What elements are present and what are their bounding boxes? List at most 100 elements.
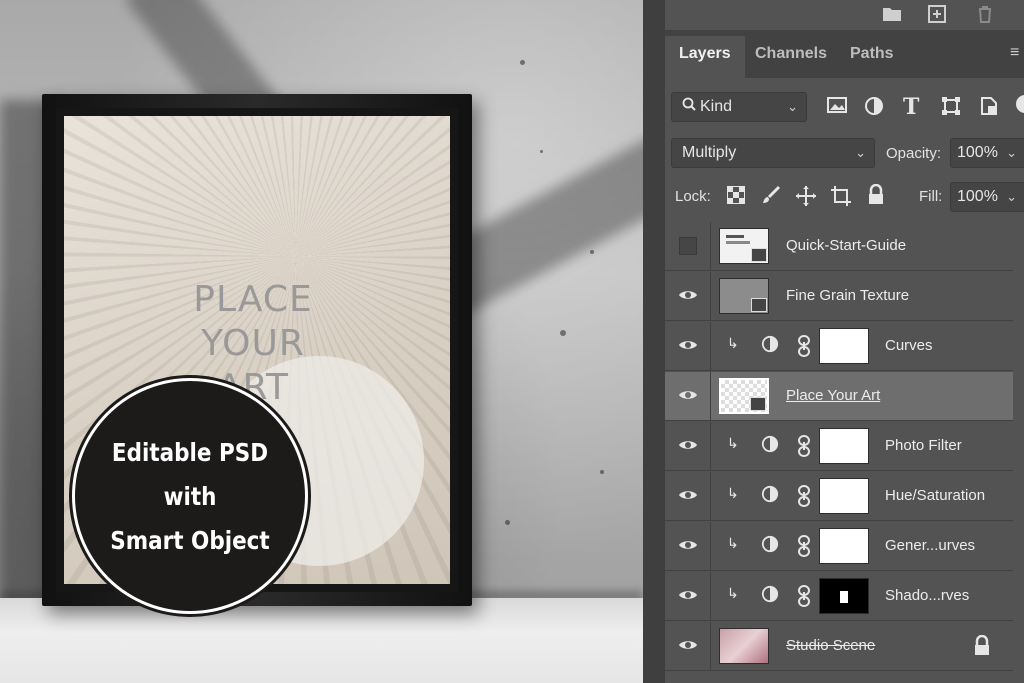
adjustment-icon [761, 435, 783, 457]
visibility-toggle[interactable] [665, 622, 711, 670]
blend-row: Multiply ⌄ Opacity: 100% ⌄ [665, 136, 1024, 170]
clip-arrow-icon: ↳ [727, 485, 739, 501]
layer-mask-thumbnail[interactable] [819, 478, 869, 514]
layer-thumbnail [719, 628, 769, 664]
smart-object-badge-icon [750, 397, 766, 411]
eye-icon [679, 491, 697, 499]
smart-object-badge-icon [751, 298, 767, 312]
type-filter-icon[interactable]: T [903, 94, 927, 120]
layer-row[interactable]: Quick-Start-Guide [665, 222, 1013, 271]
eye-icon [679, 341, 697, 349]
link-icon[interactable] [797, 485, 819, 507]
brush-icon[interactable] [761, 185, 785, 209]
panel-menu-icon[interactable]: ≡ [1010, 44, 1024, 62]
visibility-toggle[interactable] [665, 322, 711, 370]
layer-name[interactable]: Hue/Saturation [885, 487, 985, 504]
layer-mask-thumbnail[interactable] [819, 528, 869, 564]
clip-arrow-icon: ↳ [727, 335, 739, 351]
layer-row[interactable]: Place Your Art [665, 372, 1013, 421]
adjustment-icon [761, 335, 783, 357]
layer-thumbnail [719, 228, 769, 264]
wall-speck [540, 150, 543, 153]
crop-icon[interactable] [830, 185, 854, 209]
layer-row[interactable]: ↳ Gener...urves [665, 522, 1013, 571]
new-layer-icon[interactable] [927, 4, 951, 26]
tab-paths[interactable]: Paths [836, 36, 908, 78]
folder-icon[interactable] [881, 4, 905, 26]
visibility-toggle[interactable] [665, 372, 711, 420]
link-icon[interactable] [797, 535, 819, 557]
art-line: PLACE [193, 279, 313, 320]
visibility-toggle[interactable] [665, 572, 711, 620]
image-filter-icon[interactable] [827, 96, 851, 120]
adjustment-icon [761, 485, 783, 507]
chevron-down-icon: ⌄ [1006, 189, 1017, 204]
kind-filter-dropdown[interactable]: Kind ⌄ [671, 92, 807, 122]
blend-mode-value: Multiply [682, 144, 737, 161]
opacity-input[interactable]: 100% ⌄ [950, 138, 1024, 168]
adjustment-icon [761, 535, 783, 557]
badge-line: Smart Object [110, 526, 270, 555]
filter-toggle-icon[interactable] [1015, 94, 1024, 118]
eye-icon [679, 541, 697, 549]
wall-speck [600, 470, 604, 474]
wall-speck [520, 60, 525, 65]
move-icon[interactable] [795, 185, 819, 209]
visibility-toggle[interactable] [665, 422, 711, 470]
layer-name[interactable]: Curves [885, 337, 933, 354]
layer-name[interactable]: Quick-Start-Guide [786, 237, 906, 254]
layer-row[interactable]: Fine Grain Texture [665, 272, 1013, 321]
clip-arrow-icon: ↳ [727, 535, 739, 551]
layer-mask-thumbnail[interactable] [819, 328, 869, 364]
tab-layers[interactable]: Layers [665, 36, 745, 78]
visibility-toggle[interactable] [665, 222, 711, 270]
fill-input[interactable]: 100% ⌄ [950, 182, 1024, 212]
chevron-down-icon: ⌄ [787, 99, 798, 114]
layer-row[interactable]: ↳ Shado...rves [665, 572, 1013, 621]
eye-icon [679, 291, 697, 299]
layer-mask-thumbnail[interactable] [819, 578, 869, 614]
opacity-label: Opacity: [886, 145, 942, 162]
trash-icon[interactable] [975, 4, 999, 26]
adjustment-icon [761, 585, 783, 607]
filter-row: Kind ⌄ T [665, 90, 1024, 126]
layer-row[interactable]: ↳ Photo Filter [665, 422, 1013, 471]
art-line: YOUR [201, 323, 305, 364]
layer-row[interactable]: ↳ Curves [665, 322, 1013, 371]
panel-tabs: Layers Channels Paths ≡ [665, 30, 1024, 78]
layer-name[interactable]: Place Your Art [786, 387, 880, 404]
link-icon[interactable] [797, 335, 819, 357]
visibility-toggle[interactable] [665, 522, 711, 570]
adjustment-filter-icon[interactable] [864, 96, 888, 120]
shape-filter-icon[interactable] [941, 96, 965, 120]
eye-icon [679, 391, 697, 399]
fill-label: Fill: [919, 188, 943, 205]
blend-mode-dropdown[interactable]: Multiply ⌄ [671, 138, 875, 168]
layer-mask-thumbnail[interactable] [819, 428, 869, 464]
smart-object-filter-icon[interactable] [979, 96, 1003, 120]
layer-name[interactable]: Studio Scene [786, 637, 875, 654]
floor [0, 598, 643, 683]
layer-row[interactable]: ↳ Hue/Saturation [665, 472, 1013, 521]
eye-icon [679, 641, 697, 649]
tab-channels[interactable]: Channels [741, 36, 841, 78]
fill-value: 100% [957, 188, 998, 205]
visibility-toggle[interactable] [665, 272, 711, 320]
wall-speck [560, 330, 566, 336]
layer-row[interactable]: Studio Scene [665, 622, 1013, 671]
lock-transparent-pixels-icon[interactable] [727, 186, 751, 210]
visibility-toggle[interactable] [665, 472, 711, 520]
lock-all-icon[interactable] [867, 183, 891, 208]
promo-badge: Editable PSD with Smart Object [72, 378, 308, 614]
layer-name[interactable]: Shado...rves [885, 587, 969, 604]
eye-icon [679, 441, 697, 449]
link-icon[interactable] [797, 435, 819, 457]
layer-name[interactable]: Photo Filter [885, 437, 962, 454]
layer-name[interactable]: Gener...urves [885, 537, 975, 554]
layer-name[interactable]: Fine Grain Texture [786, 287, 909, 304]
clip-arrow-icon: ↳ [727, 585, 739, 601]
lock-row: Lock: Fill: 100% ⌄ [665, 180, 1024, 214]
link-icon[interactable] [797, 585, 819, 607]
layer-thumbnail [719, 378, 769, 414]
badge-line: with [163, 482, 217, 511]
